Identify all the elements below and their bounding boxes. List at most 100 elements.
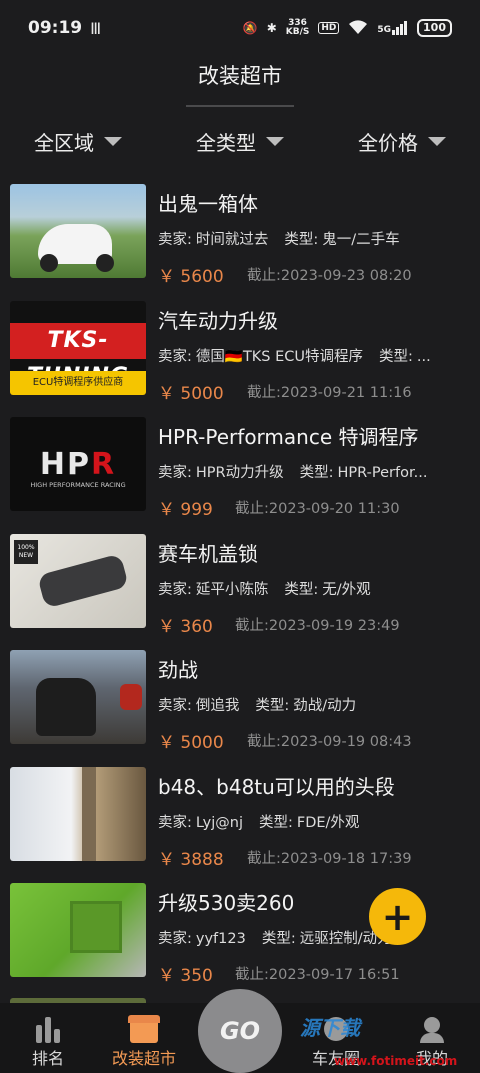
page-title: 改装超市 [198, 64, 282, 88]
hd-badge: HD [318, 22, 340, 34]
carrier-icon: Ⅲ [90, 18, 102, 38]
item-thumbnail [10, 766, 146, 861]
type-value: 鬼一/二手车 [322, 232, 400, 248]
wifi-icon [348, 19, 368, 38]
bluetooth-icon: ✱ [266, 21, 277, 35]
new-badge: 100% NEW [14, 539, 38, 564]
item-thumbnail [10, 883, 146, 977]
nav-ranking[interactable]: 排名 [0, 1003, 96, 1073]
seller-name: 时间就过去 [195, 232, 269, 248]
type-value: ... [416, 348, 431, 365]
bar-shape [36, 1025, 42, 1043]
type-label: 类型: [255, 698, 290, 714]
filter-price[interactable]: 全价格 [358, 127, 446, 156]
hpr-logo-b: R [91, 447, 117, 482]
deadline-value: 2023-09-17 16:51 [268, 967, 400, 983]
lock-part-shape [37, 552, 129, 609]
item-meta: 卖家: 时间就过去 类型: 鬼一/二手车 [158, 228, 464, 249]
filter-bar: 全区域 全类型 全价格 [0, 112, 480, 170]
bar-shape [54, 1029, 60, 1043]
item-title: 劲战 [158, 658, 198, 682]
item-price: ￥ 360 [158, 616, 213, 637]
item-meta: 卖家: 德国🇩🇪TKS ECU特调程序 类型:... [158, 345, 464, 366]
seller-label: 卖家: [158, 698, 192, 714]
item-price: ￥ 5000 [158, 733, 224, 753]
wheel-shape [96, 254, 114, 272]
wheel-shape [40, 254, 58, 272]
filter-region[interactable]: 全区域 [34, 127, 122, 156]
item-price: ￥ 350 [158, 966, 213, 986]
deadline-label: 截止: [235, 501, 269, 517]
list-item[interactable]: 100% NEW 赛车机盖锁 卖家: 延平小陈陈 类型: 无/外观 ￥ 360 截止:… [0, 530, 480, 647]
item-thumbnail [10, 184, 146, 278]
profile-icon [418, 1015, 446, 1043]
item-deadline: 截止:2023-09-17 16:51 [235, 963, 400, 984]
type-label: 类型: [284, 232, 319, 248]
list-item[interactable]: TKS-TUNING ECU特调程序供应商 汽车动力升级 卖家:德国🇩🇪TKS … [0, 297, 480, 414]
item-deadline: 截止:2023-09-18 17:39 [247, 847, 412, 868]
plus-icon: + [381, 894, 414, 939]
pipe-shape [82, 766, 96, 861]
type-value: HPR-Perfor... [337, 465, 428, 481]
item-meta: 卖家: Lyj@nj 类型: FDE/外观 [158, 811, 464, 832]
deadline-value: 2023-09-23 08:20 [280, 268, 412, 284]
seller-label: 卖家: [158, 814, 192, 831]
type-label: 类型: [379, 348, 413, 365]
listing-list: 出鬼一箱体 卖家: 时间就过去 类型: 鬼一/二手车 ￥ 5600 截止:2023-0… [0, 180, 480, 996]
seller-label: 卖家: [158, 348, 192, 365]
header: 改装超市 [0, 56, 480, 108]
filter-type[interactable]: 全类型 [196, 127, 284, 156]
net-speed: 336 KB/S [285, 18, 310, 37]
item-title: 汽车动力升级 [158, 308, 278, 333]
item-title: b48、b48tu可以用的头段 [158, 774, 395, 799]
item-deadline: 截止:2023-09-19 08:43 [247, 730, 412, 751]
seller-name: 德国🇩🇪TKS ECU特调程序 [195, 348, 364, 365]
bar-chart-icon [34, 1015, 62, 1043]
item-title: HPR-Performance 特调程序 [158, 425, 419, 449]
seller-label: 卖家: [158, 581, 192, 598]
tks-subtitle: ECU特调程序供应商 [10, 370, 146, 395]
deadline-value: 2023-09-19 08:43 [280, 734, 412, 750]
filter-label: 全类型 [196, 130, 256, 155]
item-thumbnail [10, 650, 146, 744]
seller-name: 延平小陈陈 [195, 581, 269, 598]
deadline-label: 截止: [247, 850, 281, 867]
battery-icon: 100 [417, 19, 452, 37]
item-price: ￥ 5000 [158, 383, 224, 404]
watermark-url: www.fotimeit.com [334, 1054, 458, 1068]
go-button[interactable]: GO [198, 989, 282, 1073]
type-value: 劲战/动力 [293, 698, 357, 714]
signal-icon: 5G [377, 21, 408, 35]
deadline-value: 2023-09-19 23:49 [268, 617, 400, 634]
deadline-label: 截止: [235, 617, 269, 634]
seller-label: 卖家: [158, 232, 192, 248]
deadline-label: 截止: [247, 268, 281, 284]
add-listing-button[interactable]: + [369, 888, 426, 945]
nav-label: 排名 [31, 1049, 64, 1068]
status-bar: 09:19 Ⅲ 🔕 ✱ 336 KB/S HD 5G 100 [0, 0, 480, 56]
filter-label: 全区域 [34, 130, 94, 155]
item-price: ￥ 3888 [158, 849, 224, 870]
list-item[interactable]: 出鬼一箱体 卖家: 时间就过去 类型: 鬼一/二手车 ￥ 5600 截止:2023-0… [0, 180, 480, 297]
item-title: 赛车机盖锁 [158, 541, 258, 566]
list-item[interactable]: HPR HIGH PERFORMANCE RACING HPR-Performa… [0, 413, 480, 530]
deadline-value: 2023-09-20 11:30 [268, 501, 400, 517]
triangle-down-icon [104, 136, 122, 146]
type-value: 无/外观 [322, 581, 371, 598]
list-item[interactable]: b48、b48tu可以用的头段 卖家: Lyj@nj 类型: FDE/外观 ￥ 388… [0, 763, 480, 880]
seller-name: Lyj@nj [195, 814, 243, 831]
list-item[interactable]: 劲战 卖家: 倒追我 类型: 劲战/动力 ￥ 5000 截止:2023-09-19 0… [0, 646, 480, 763]
item-meta: 卖家: HPR动力升级 类型: HPR-Perfor... [158, 461, 464, 482]
seller-label: 卖家: [158, 931, 192, 947]
item-thumbnail: HPR HIGH PERFORMANCE RACING [10, 417, 146, 511]
deadline-label: 截止: [247, 734, 281, 750]
item-deadline: 截止:2023-09-20 11:30 [235, 497, 400, 518]
deadline-label: 截止: [247, 384, 281, 401]
seller-name: 倒追我 [195, 698, 240, 714]
part-shape [70, 901, 122, 953]
nav-label: 改装超市 [111, 1049, 176, 1068]
nav-shop[interactable]: 改装超市 [96, 1003, 192, 1073]
item-deadline: 截止:2023-09-23 08:20 [247, 264, 412, 285]
deadline-value: 2023-09-21 11:16 [280, 384, 412, 401]
item-title: 出鬼一箱体 [158, 192, 258, 216]
